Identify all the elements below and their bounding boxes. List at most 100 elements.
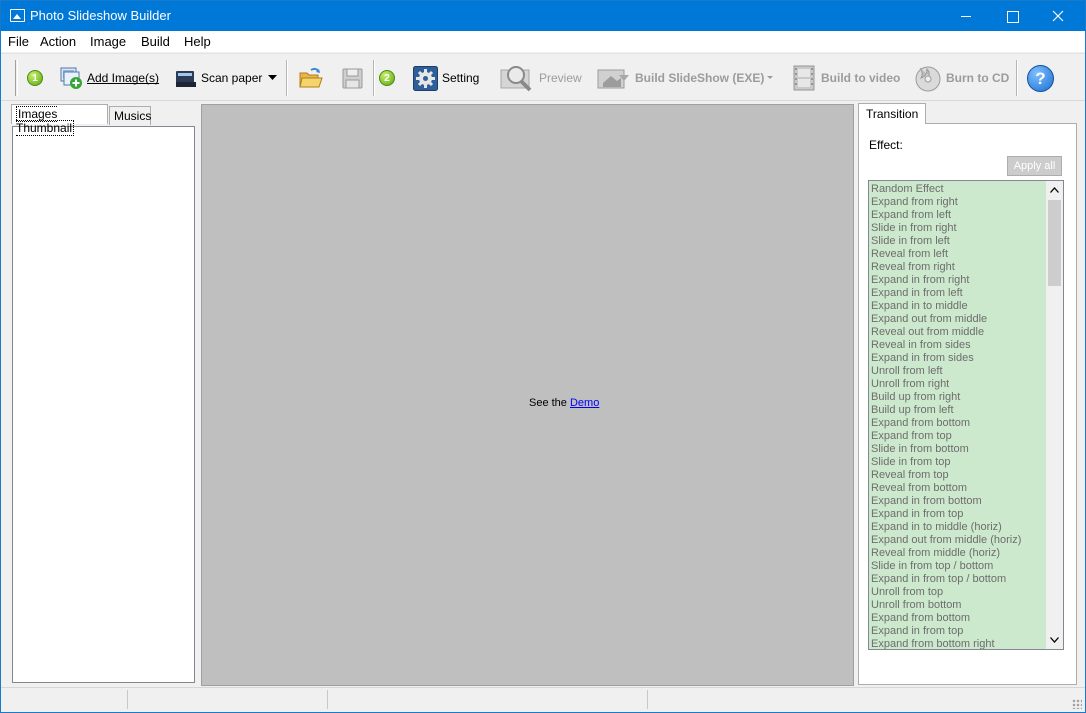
status-divider xyxy=(127,690,128,709)
maximize-button[interactable] xyxy=(989,1,1035,31)
build-dropdown-arrow[interactable] xyxy=(767,54,773,102)
effect-list-item[interactable]: Expand from right xyxy=(871,196,958,209)
effect-list-item[interactable]: Expand in from sides xyxy=(871,352,974,365)
transition-panel: Effect: Apply all Random Effect Expand fr… xyxy=(858,123,1077,685)
add-images-button[interactable]: Add Image(s) xyxy=(59,54,159,102)
chevron-down-icon xyxy=(767,76,773,79)
scroll-thumb[interactable] xyxy=(1048,200,1061,286)
demo-message: See the Demo xyxy=(529,397,600,409)
effect-list-item[interactable]: Unroll from top xyxy=(871,586,943,599)
menu-bar: File Action Image Build Help xyxy=(1,31,1085,52)
effect-list-item[interactable]: Reveal from top xyxy=(871,469,949,482)
effect-label: Effect: xyxy=(869,138,903,152)
effect-list-item[interactable]: Reveal out from middle xyxy=(871,326,984,339)
effect-list-item[interactable]: Expand from left xyxy=(871,209,951,222)
tab-transition[interactable]: Transition xyxy=(858,103,927,124)
thumbnail-list[interactable] xyxy=(12,126,195,683)
preview-canvas: See the Demo xyxy=(201,104,854,686)
title-bar: Photo Slideshow Builder xyxy=(1,1,1085,31)
build-exe-icon xyxy=(597,69,629,89)
effect-list-item[interactable]: Expand in from left xyxy=(871,287,963,300)
burn-cd-button[interactable]: Burn to CD xyxy=(914,54,1009,102)
chevron-down-icon xyxy=(268,75,277,80)
effect-list-item[interactable]: Build up from right xyxy=(871,391,960,404)
effect-list[interactable]: Random Effect Expand from right Expand fro… xyxy=(868,180,1064,650)
scan-paper-button[interactable]: Scan paper xyxy=(175,54,262,102)
demo-link[interactable]: Demo xyxy=(570,397,599,409)
effect-list-item[interactable]: Expand from bottom xyxy=(871,612,970,625)
effect-list-item[interactable]: Expand in to middle xyxy=(871,300,968,313)
effect-list-scrollbar[interactable] xyxy=(1046,181,1063,649)
effect-list-item[interactable]: Slide in from top / bottom xyxy=(871,560,993,573)
toolbar-separator xyxy=(1016,60,1018,96)
window-title: Photo Slideshow Builder xyxy=(30,8,171,23)
close-icon xyxy=(1052,10,1064,22)
app-icon xyxy=(10,9,25,22)
effect-list-item[interactable]: Build up from left xyxy=(871,404,954,417)
scroll-up-button[interactable] xyxy=(1046,181,1063,198)
setting-button[interactable]: Setting xyxy=(413,54,479,102)
effect-list-item[interactable]: Reveal from middle (horiz) xyxy=(871,547,1000,560)
resize-grip[interactable] xyxy=(1072,699,1082,709)
effect-list-item[interactable]: Expand in from right xyxy=(871,274,969,287)
effect-list-item[interactable]: Slide in from right xyxy=(871,222,957,235)
effect-list-item[interactable]: Expand from bottom xyxy=(871,417,970,430)
open-button[interactable] xyxy=(299,54,323,102)
apply-all-button[interactable]: Apply all xyxy=(1007,156,1062,176)
close-button[interactable] xyxy=(1035,1,1081,31)
effect-list-item[interactable]: Reveal in from sides xyxy=(871,339,971,352)
step-1-badge: 1 xyxy=(27,54,43,102)
add-image-icon xyxy=(60,67,82,89)
menu-build[interactable]: Build xyxy=(141,34,170,49)
scanner-icon xyxy=(176,71,196,87)
effect-list-item[interactable]: Expand out from middle (horiz) xyxy=(871,534,1021,547)
effect-list-item[interactable]: Expand in to middle (horiz) xyxy=(871,521,1002,534)
chevron-down-icon xyxy=(1050,637,1059,643)
film-strip-icon xyxy=(793,65,815,91)
app-window: Photo Slideshow Builder File Action Imag… xyxy=(0,0,1086,713)
minimize-button[interactable] xyxy=(943,1,989,31)
effect-list-item[interactable]: Reveal from bottom xyxy=(871,482,967,495)
preview-magnifier-icon xyxy=(500,66,532,92)
tab-musics[interactable]: Musics xyxy=(109,106,151,125)
menu-help[interactable]: Help xyxy=(184,34,211,49)
toolbar-separator xyxy=(373,60,375,96)
left-panel: Images Thumbnail Musics xyxy=(9,103,198,685)
help-icon: ? xyxy=(1027,64,1054,92)
effect-list-item[interactable]: Expand in from top / bottom xyxy=(871,573,1006,586)
effect-list-item[interactable]: Reveal from right xyxy=(871,261,955,274)
effect-list-item[interactable]: Slide in from top xyxy=(871,456,950,469)
effect-list-item[interactable]: Unroll from right xyxy=(871,378,949,391)
build-slideshow-button[interactable]: Build SlideShow (EXE) xyxy=(597,54,764,102)
effect-list-item[interactable]: Expand from top xyxy=(871,430,952,443)
menu-action[interactable]: Action xyxy=(40,34,76,49)
effect-list-item[interactable]: Expand in from top xyxy=(871,508,963,521)
menu-file[interactable]: File xyxy=(8,34,29,49)
effect-list-item[interactable]: Expand out from middle xyxy=(871,313,987,326)
toolbar-grip[interactable] xyxy=(15,60,18,96)
status-divider xyxy=(647,690,648,709)
save-button[interactable] xyxy=(342,54,363,102)
gear-icon xyxy=(413,65,438,91)
effect-list-item[interactable]: Slide in from left xyxy=(871,235,950,248)
scan-dropdown-arrow[interactable] xyxy=(268,54,277,102)
effect-list-item[interactable]: Reveal from left xyxy=(871,248,948,261)
menu-image[interactable]: Image xyxy=(90,34,126,49)
chevron-up-icon xyxy=(1050,187,1059,193)
preview-button[interactable]: Preview xyxy=(499,54,582,102)
effect-list-item[interactable]: Expand in from top xyxy=(871,625,963,638)
effect-list-item[interactable]: Unroll from bottom xyxy=(871,599,961,612)
step-2-badge: 2 xyxy=(379,54,395,102)
effect-list-item[interactable]: Slide in from bottom xyxy=(871,443,969,456)
save-disk-icon xyxy=(342,68,363,88)
tab-images-thumbnail[interactable]: Images Thumbnail xyxy=(11,104,108,136)
toolbar-separator xyxy=(286,60,288,96)
effect-list-item[interactable]: Random Effect xyxy=(871,183,944,196)
effect-list-item[interactable]: Expand in from bottom xyxy=(871,495,982,508)
effect-list-item[interactable]: Expand from bottom right xyxy=(871,638,995,649)
scroll-down-button[interactable] xyxy=(1046,632,1063,649)
build-video-button[interactable]: Build to video xyxy=(791,54,900,102)
help-button[interactable]: ? xyxy=(1027,54,1054,102)
effect-list-item[interactable]: Unroll from left xyxy=(871,365,943,378)
toolbar: 1 Add Image(s) Scan paper 2 Setting Prev… xyxy=(1,53,1085,101)
